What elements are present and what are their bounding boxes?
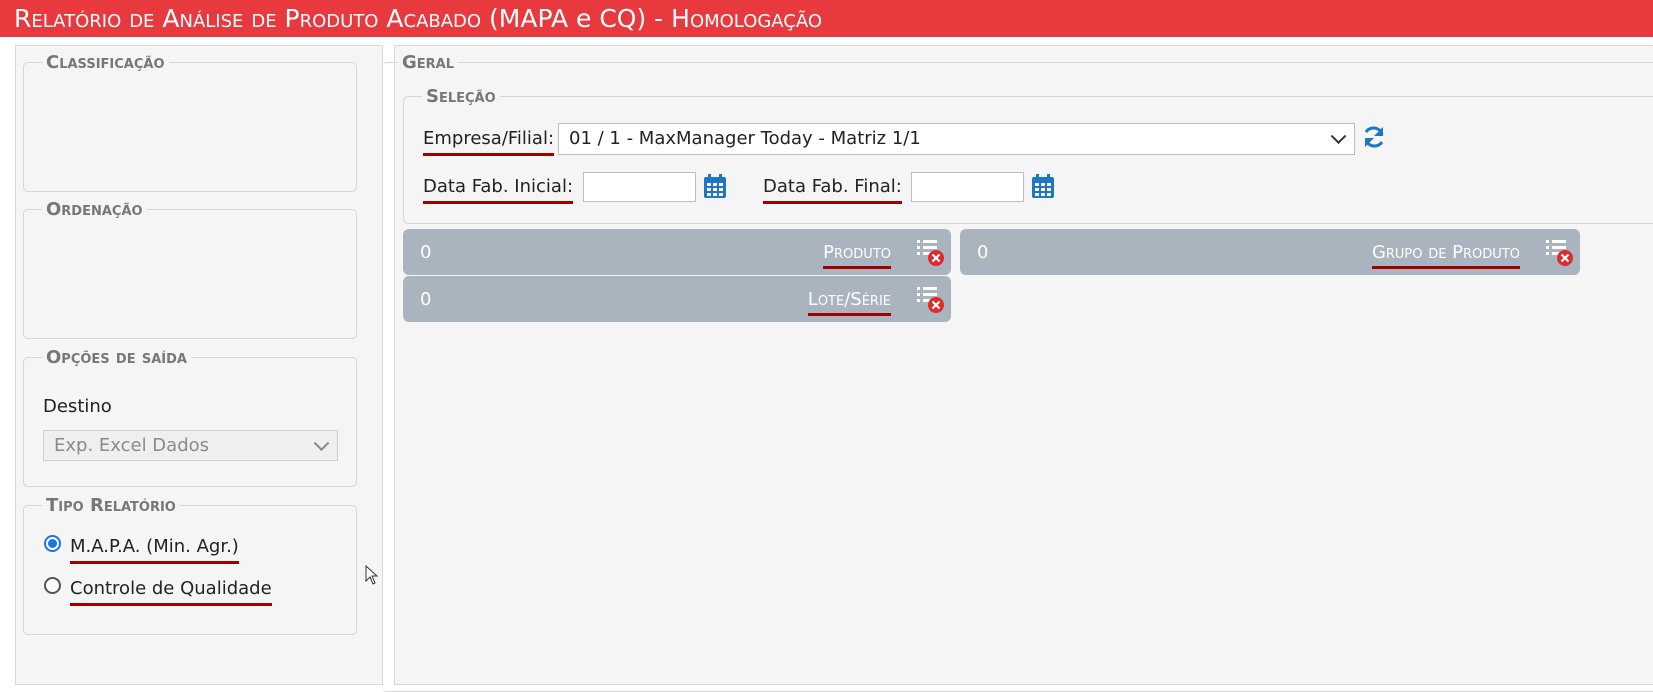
destino-label: Destino (43, 396, 112, 417)
filter-lote-serie[interactable]: 0 Lote/Série (403, 276, 951, 322)
filter-grupo-produto-label[interactable]: Grupo de Produto (1371, 242, 1520, 269)
data-fab-inicial-label: Data Fab. Inicial: (423, 176, 574, 204)
empresa-filial-label: Empresa/Filial: (423, 128, 555, 156)
ordenacao-group: Ordenação (23, 199, 357, 339)
filter-lote-serie-count: 0 (420, 289, 432, 310)
geral-legend: Geral (402, 52, 455, 73)
window-title-suffix: (MAPA e CQ) (489, 4, 647, 33)
clear-filter-icon[interactable] (1544, 237, 1574, 267)
opcoes-saida-group: Opções de saída (23, 347, 357, 487)
classificacao-legend: Classificação (46, 52, 165, 73)
tipo-relatorio-legend: Tipo Relatório (46, 495, 176, 516)
tipo-relatorio-group: Tipo Relatório (23, 495, 357, 635)
chevron-down-icon (313, 434, 330, 451)
ordenacao-legend: Ordenação (46, 199, 143, 220)
filter-grupo-produto-count: 0 (977, 242, 989, 263)
calendar-icon[interactable] (1031, 173, 1055, 199)
radio-controle-qualidade[interactable] (44, 577, 61, 594)
calendar-icon[interactable] (703, 173, 727, 199)
selecao-group: Seleção (403, 86, 1653, 224)
window-title-bar: Relatório de Análise de Produto Acabado … (0, 0, 1653, 37)
destino-select[interactable]: Exp. Excel Dados (43, 430, 338, 461)
right-panel: Geral Seleção Empresa/Filial: 01 / 1 - M… (382, 45, 1653, 692)
data-fab-final-input[interactable] (911, 172, 1024, 202)
mouse-cursor-icon (365, 565, 379, 585)
filter-produto-count: 0 (420, 242, 432, 263)
destino-select-value: Exp. Excel Dados (54, 435, 210, 456)
filter-produto-label[interactable]: Produto (823, 242, 891, 269)
empresa-filial-value: 01 / 1 - MaxManager Today - Matriz 1/1 (569, 128, 921, 149)
radio-mapa[interactable] (44, 535, 61, 552)
opcoes-saida-legend: Opções de saída (46, 347, 187, 368)
data-fab-inicial-input[interactable] (583, 172, 696, 202)
refresh-icon[interactable] (1361, 124, 1387, 150)
selecao-legend: Seleção (426, 86, 496, 107)
empresa-filial-select[interactable]: 01 / 1 - MaxManager Today - Matriz 1/1 (558, 123, 1355, 155)
window-title: Relatório de Análise de Produto Acabado (14, 4, 482, 33)
filter-grupo-produto[interactable]: 0 Grupo de Produto (960, 229, 1580, 275)
data-fab-final-label: Data Fab. Final: (763, 176, 902, 204)
chevron-down-icon (1330, 128, 1347, 145)
filter-produto[interactable]: 0 Produto (403, 229, 951, 275)
filter-lote-serie-label[interactable]: Lote/Série (807, 289, 891, 316)
clear-filter-icon[interactable] (915, 284, 945, 314)
left-panel: Classificação Ordenação Opções de saída … (15, 45, 383, 685)
classificacao-group: Classificação (23, 52, 357, 192)
radio-controle-qualidade-label[interactable]: Controle de Qualidade (70, 578, 272, 606)
clear-filter-icon[interactable] (915, 237, 945, 267)
environment-label: - Homologação (654, 4, 823, 33)
radio-mapa-label[interactable]: M.A.P.A. (Min. Agr.) (70, 536, 239, 564)
